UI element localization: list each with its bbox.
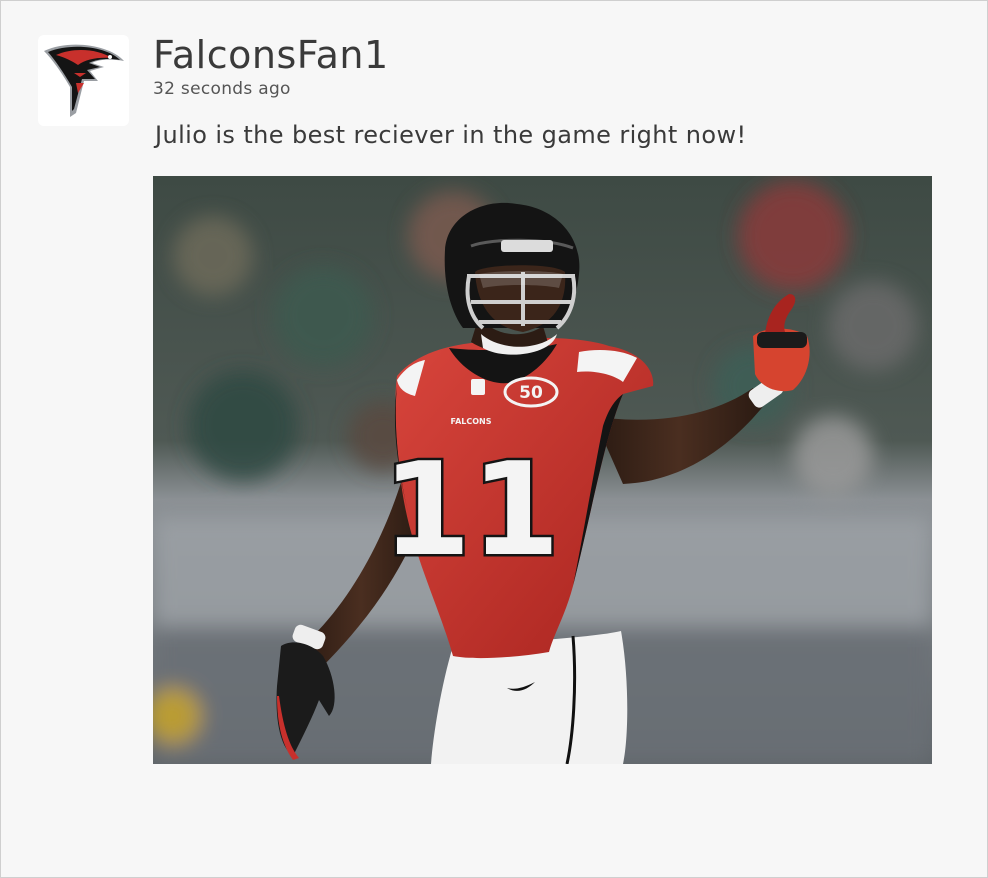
post-text: Julio is the best reciever in the game r…	[155, 121, 747, 149]
jersey-team-label: FALCONS	[451, 417, 492, 426]
falcons-logo-icon	[43, 44, 124, 117]
post-timestamp: 32 seconds ago	[153, 79, 291, 99]
jersey-patch: 50	[519, 383, 543, 403]
username[interactable]: FalconsFan1	[153, 33, 389, 77]
avatar[interactable]	[38, 35, 129, 126]
jersey-number: 11	[382, 436, 560, 585]
post-card: FalconsFan1 32 seconds ago Julio is the …	[0, 0, 988, 878]
post-photo[interactable]: 50 FALCONS 11	[153, 176, 932, 764]
